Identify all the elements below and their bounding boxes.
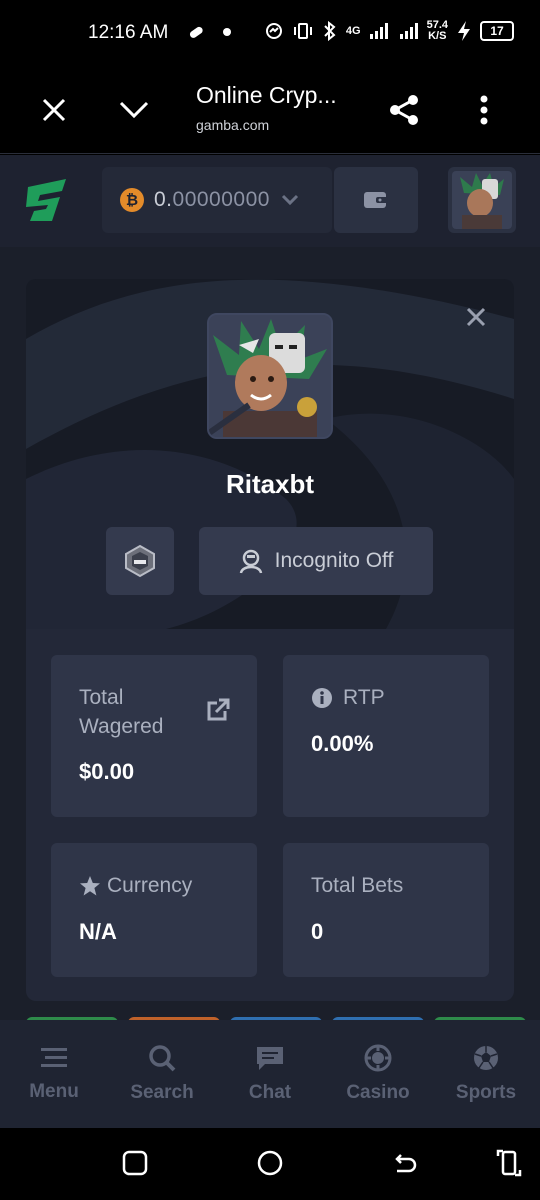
stat-label: Total Bets <box>311 874 404 897</box>
pill-icon <box>189 26 203 38</box>
nav-chat[interactable]: Chat <box>216 1020 324 1128</box>
star-icon <box>80 875 100 895</box>
signal-icon <box>369 23 388 39</box>
network-speed: 57.4 K/S <box>426 19 448 42</box>
nav-casino[interactable]: Casino <box>324 1020 432 1128</box>
nav-label: Casino <box>346 1082 410 1103</box>
bluetooth-icon <box>324 20 336 42</box>
casino-chip-icon <box>364 1044 392 1072</box>
close-icon[interactable] <box>32 88 76 132</box>
stat-currency: Currency N/A <box>51 843 257 977</box>
back-icon[interactable] <box>390 1148 420 1178</box>
stat-value: 0.00% <box>311 731 374 756</box>
bottom-navigation: Menu Search Chat Casino Sports <box>0 1020 540 1128</box>
nav-label: Menu <box>29 1081 79 1102</box>
soccer-ball-icon <box>474 1046 498 1070</box>
dot-icon <box>223 28 231 36</box>
nav-label: Chat <box>248 1082 292 1103</box>
stat-rtp: RTP 0.00% <box>283 655 489 817</box>
stat-label: Total Wagered <box>79 686 164 738</box>
incognito-label: Incognito Off <box>274 549 394 572</box>
close-icon[interactable] <box>460 301 492 333</box>
site-viewport: ₿ 0.00000000 Ritaxbt Incognito Off Total… <box>0 155 540 1130</box>
incognito-toggle[interactable]: Incognito Off <box>199 527 433 595</box>
avatar <box>452 171 512 229</box>
search-icon <box>149 1045 176 1072</box>
page-url[interactable]: gamba.com <box>196 117 269 133</box>
data-saver-icon <box>265 23 282 39</box>
incognito-icon <box>239 549 262 574</box>
status-time: 12:16 AM <box>88 22 169 43</box>
chevron-down-icon <box>281 194 299 206</box>
nav-search[interactable]: Search <box>108 1020 216 1128</box>
charging-icon <box>458 21 470 41</box>
vibrate-icon <box>293 23 312 39</box>
user-avatar-button[interactable] <box>448 167 516 233</box>
wallet-button[interactable] <box>334 167 418 233</box>
stat-total-bets: Total Bets 0 <box>283 843 489 977</box>
info-icon <box>312 687 332 708</box>
stat-value: $0.00 <box>79 759 135 784</box>
rotate-icon[interactable] <box>494 1148 524 1178</box>
site-header: ₿ 0.00000000 <box>0 155 540 247</box>
page-title[interactable]: Online Cryp... <box>196 82 337 109</box>
stat-label: Currency <box>107 874 193 897</box>
share-icon[interactable] <box>382 88 426 132</box>
stat-label: RTP <box>343 686 385 709</box>
balance-selector[interactable]: ₿ 0.00000000 <box>102 167 332 233</box>
profile-banner: Ritaxbt Incognito Off <box>26 279 514 629</box>
nav-menu[interactable]: Menu <box>0 1020 108 1128</box>
profile-avatar <box>207 313 333 439</box>
chevron-down-icon[interactable] <box>112 88 156 132</box>
profile-modal: Ritaxbt Incognito Off Total Wagered $0.0… <box>26 279 514 1001</box>
nav-sports[interactable]: Sports <box>432 1020 540 1128</box>
system-icons: 4G 57.4 K/S 17 <box>264 20 514 42</box>
bitcoin-icon: ₿ <box>120 188 144 212</box>
chat-icon <box>257 1047 283 1070</box>
wallet-icon <box>364 192 388 208</box>
stat-total-wagered: Total Wagered $0.00 <box>51 655 257 817</box>
balance-value: 0.00000000 <box>154 188 270 211</box>
system-navigation-bar <box>0 1128 540 1200</box>
stat-value: N/A <box>79 919 117 944</box>
gamba-logo[interactable] <box>22 173 76 227</box>
status-bar: 12:16 AM 4G 57.4 K/S 17 <box>0 0 540 68</box>
signal-2-icon <box>399 23 418 39</box>
rank-badge-button[interactable] <box>106 527 174 595</box>
notification-icons <box>186 22 232 42</box>
more-vert-icon[interactable] <box>462 88 506 132</box>
nav-label: Sports <box>455 1082 517 1103</box>
home-icon[interactable] <box>255 1148 285 1178</box>
battery-level: 17 <box>480 21 514 41</box>
profile-username: Ritaxbt <box>225 469 315 499</box>
browser-toolbar: Online Cryp... gamba.com <box>0 68 540 154</box>
stat-value: 0 <box>311 919 324 944</box>
recents-icon[interactable] <box>120 1148 150 1178</box>
external-link-icon[interactable] <box>205 697 231 723</box>
rank-badge-icon <box>125 544 155 578</box>
nav-label: Search <box>130 1082 194 1103</box>
network-type: 4G <box>345 24 361 37</box>
menu-icon <box>41 1048 67 1067</box>
